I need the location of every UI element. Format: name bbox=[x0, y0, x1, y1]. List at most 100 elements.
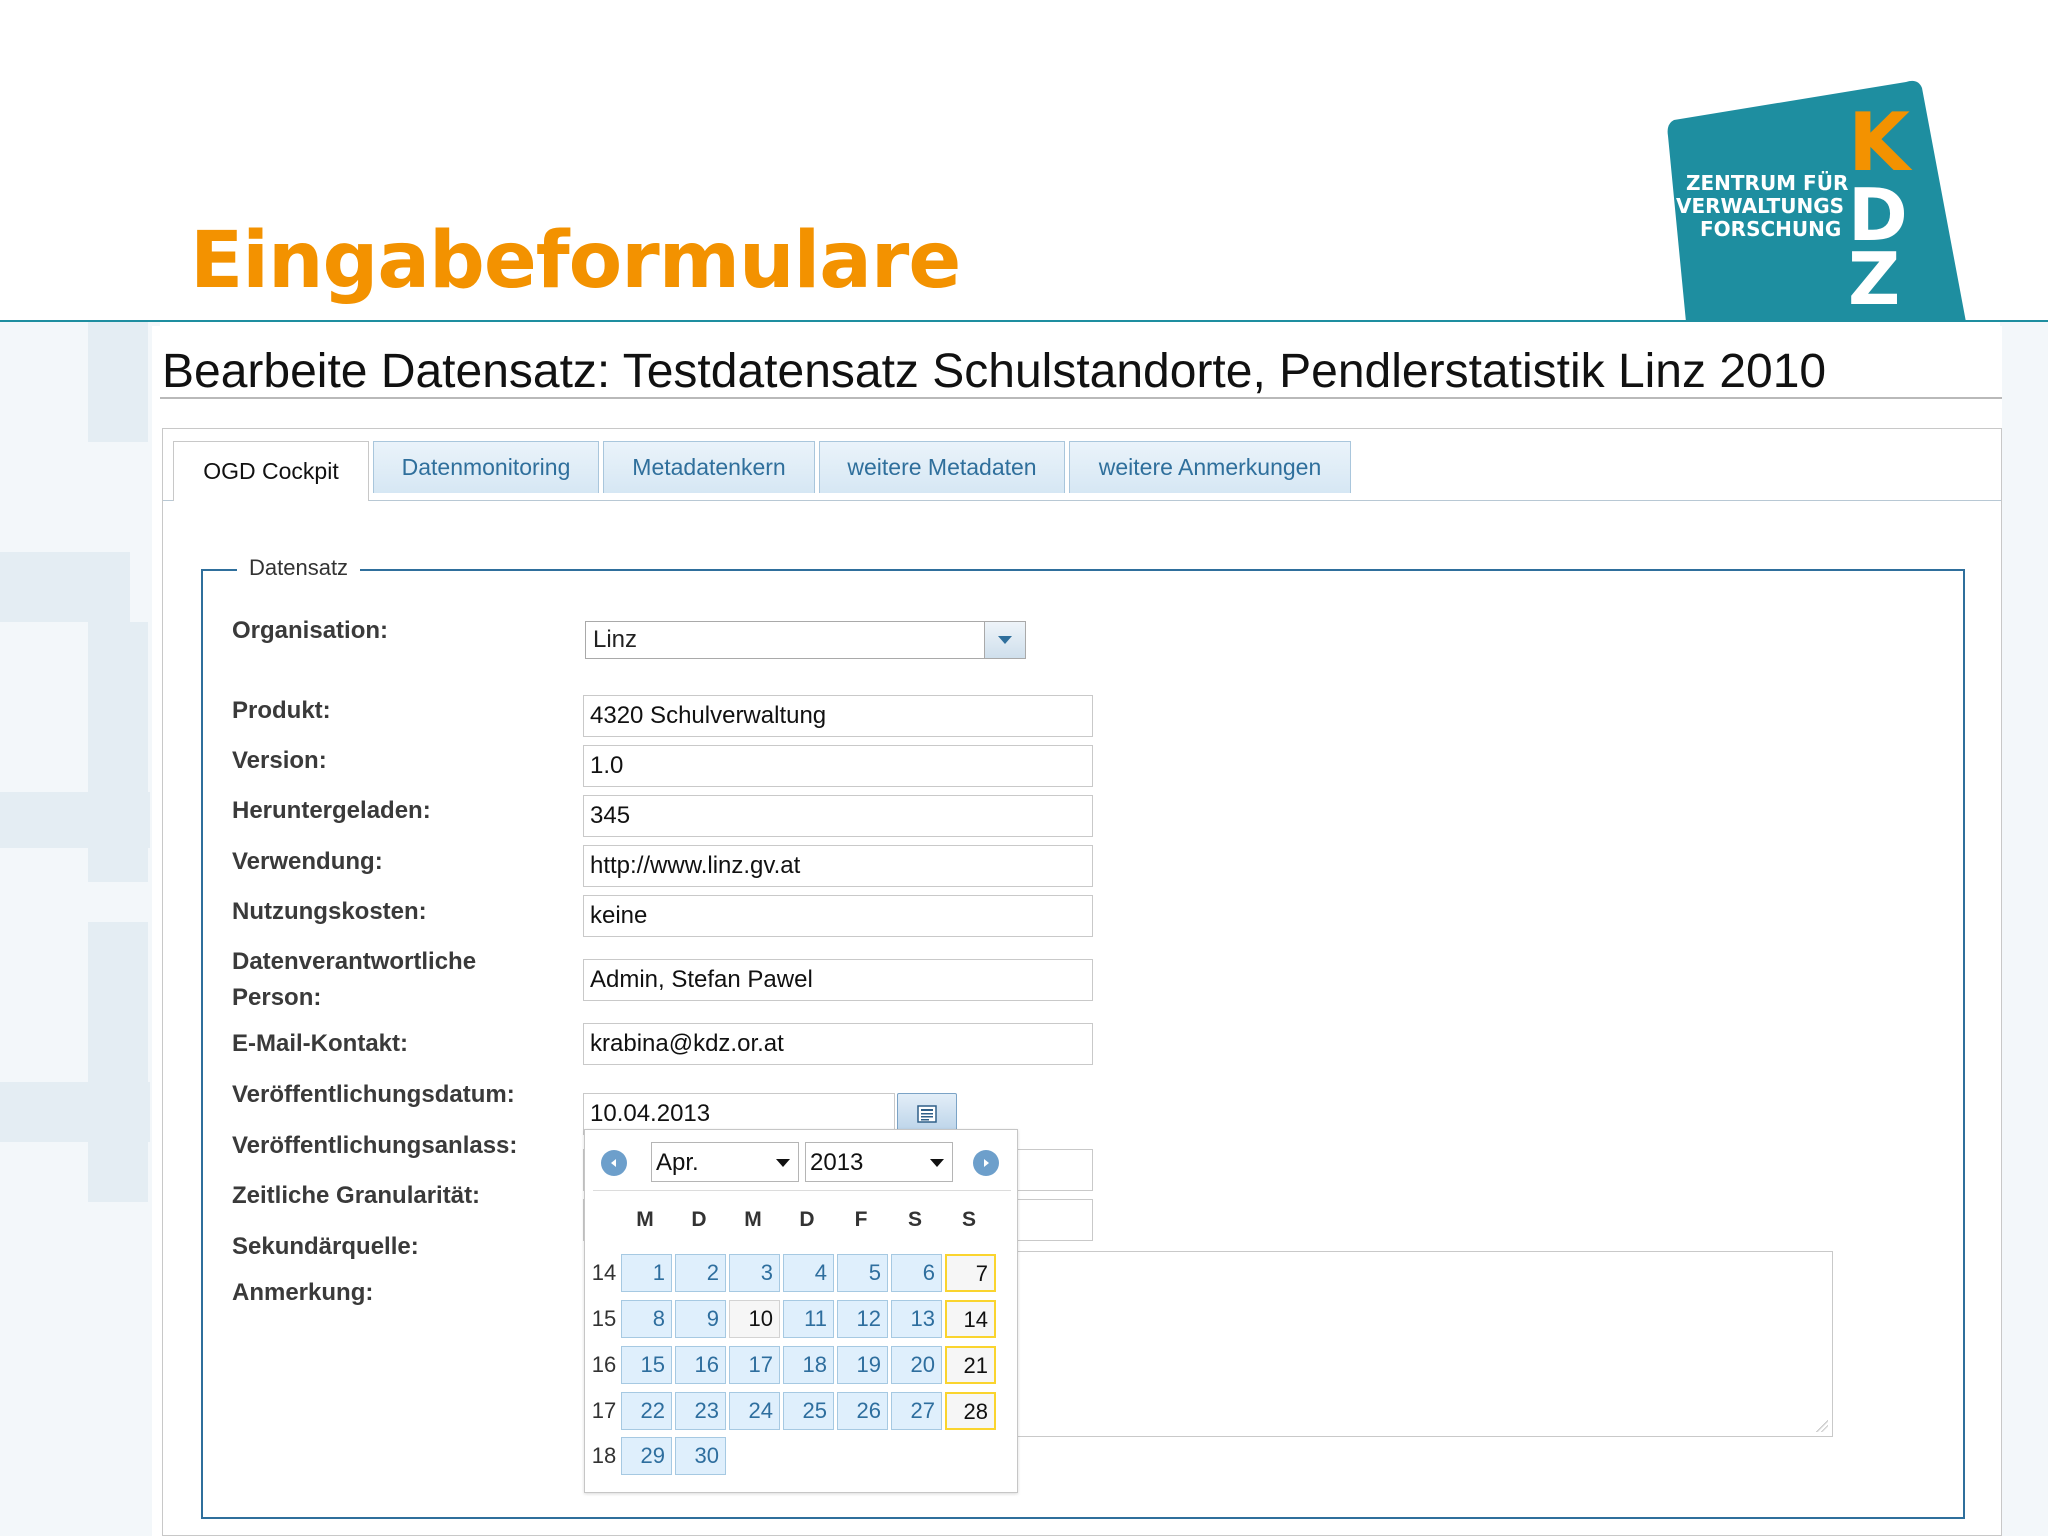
chevron-down-icon bbox=[776, 1159, 790, 1167]
weekday-header: D bbox=[799, 1208, 815, 1231]
tab-weitere-anmerkungen[interactable]: weitere Anmerkungen bbox=[1069, 441, 1351, 493]
week-number: 14 bbox=[591, 1260, 617, 1285]
calendar-day[interactable]: 6 bbox=[891, 1254, 942, 1292]
arrow-right-icon bbox=[984, 1159, 989, 1167]
tab-metadatenkern[interactable]: Metadatenkern bbox=[603, 441, 815, 493]
calendar-day[interactable]: 19 bbox=[837, 1346, 888, 1384]
datenverantwortliche-label-line2: Person: bbox=[232, 984, 322, 1011]
week-number: 16 bbox=[591, 1352, 617, 1377]
organisation-label: Organisation: bbox=[232, 617, 389, 644]
calendar-day[interactable]: 4 bbox=[783, 1254, 834, 1292]
weekday-header: M bbox=[636, 1208, 654, 1231]
calendar-divider bbox=[593, 1190, 1011, 1191]
tab-weitere-metadaten[interactable]: weitere Metadaten bbox=[819, 441, 1065, 493]
heading-divider bbox=[160, 397, 2002, 399]
calendar-day[interactable]: 30 bbox=[675, 1437, 726, 1475]
version-label: Version: bbox=[232, 747, 327, 774]
weekday-header: M bbox=[744, 1208, 762, 1231]
background-shape bbox=[0, 552, 130, 622]
produkt-input[interactable]: 4320 Schulverwaltung bbox=[583, 695, 1093, 737]
tab-panel: OGD Cockpit Datenmonitoring Metadatenker… bbox=[162, 428, 2002, 1536]
background-right-panel bbox=[2000, 322, 2048, 1536]
next-month-button[interactable] bbox=[973, 1150, 999, 1176]
calendar-day[interactable]: 11 bbox=[783, 1300, 834, 1338]
datenverantwortliche-label-line1: Datenverantwortliche bbox=[232, 948, 477, 975]
logo-letter: Z bbox=[1848, 237, 1900, 321]
anmerkung-textarea[interactable] bbox=[1013, 1251, 1833, 1437]
slide-title: Eingabeformulare bbox=[190, 216, 961, 306]
email-label: E-Mail-Kontakt: bbox=[232, 1030, 408, 1057]
calendar-day[interactable]: 5 bbox=[837, 1254, 888, 1292]
calendar-day[interactable]: 26 bbox=[837, 1392, 888, 1430]
calendar-day[interactable]: 15 bbox=[621, 1346, 672, 1384]
nutzungskosten-label: Nutzungskosten: bbox=[232, 898, 427, 925]
anmerkung-label: Anmerkung: bbox=[232, 1279, 374, 1306]
background-shape bbox=[0, 792, 150, 848]
datensatz-fieldset: Datensatz Organisation: Produkt: Version… bbox=[201, 555, 1965, 1519]
week-number: 17 bbox=[591, 1398, 617, 1423]
nutzungskosten-input[interactable]: keine bbox=[583, 895, 1093, 937]
calendar-day[interactable]: 14 bbox=[945, 1300, 996, 1338]
calendar-day[interactable]: 13 bbox=[891, 1300, 942, 1338]
week-number: 18 bbox=[591, 1443, 617, 1468]
logo-text-line: VERWALTUNGS bbox=[1676, 194, 1844, 218]
resize-handle[interactable] bbox=[1816, 1420, 1828, 1432]
email-input[interactable]: krabina@kdz.or.at bbox=[583, 1023, 1093, 1065]
calendar-day[interactable]: 27 bbox=[891, 1392, 942, 1430]
header-divider bbox=[0, 320, 2048, 322]
version-input[interactable]: 1.0 bbox=[583, 745, 1093, 787]
calendar-day[interactable]: 28 bbox=[945, 1392, 996, 1430]
calendar-day[interactable]: 7 bbox=[945, 1254, 996, 1292]
year-select[interactable]: 2013 bbox=[805, 1142, 953, 1182]
datenverantwortliche-input[interactable]: Admin, Stefan Pawel bbox=[583, 959, 1093, 1001]
dropdown-button[interactable] bbox=[984, 621, 1026, 659]
calendar-day[interactable]: 8 bbox=[621, 1300, 672, 1338]
calendar-day[interactable]: 22 bbox=[621, 1392, 672, 1430]
produkt-label: Produkt: bbox=[232, 697, 331, 724]
background-shape bbox=[88, 922, 148, 1202]
calendar-day[interactable]: 1 bbox=[621, 1254, 672, 1292]
calendar-day[interactable]: 17 bbox=[729, 1346, 780, 1384]
calendar-day[interactable]: 21 bbox=[945, 1346, 996, 1384]
chevron-down-icon bbox=[930, 1159, 944, 1167]
calendar-day[interactable]: 24 bbox=[729, 1392, 780, 1430]
organisation-select-value: Linz bbox=[593, 626, 638, 653]
background-shape bbox=[88, 322, 148, 442]
week-number: 15 bbox=[591, 1306, 617, 1331]
calendar-day-today[interactable]: 10 bbox=[729, 1300, 780, 1338]
weekday-header: S bbox=[961, 1208, 976, 1231]
kdz-logo: ZENTRUM FÜR VERWALTUNGS FORSCHUNG K D Z bbox=[1667, 80, 1966, 322]
calendar-day[interactable]: 23 bbox=[675, 1392, 726, 1430]
calendar-day[interactable]: 18 bbox=[783, 1346, 834, 1384]
arrow-left-icon bbox=[611, 1159, 616, 1167]
app-window: Bearbeite Datensatz: Testdatensatz Schul… bbox=[152, 326, 2002, 1536]
zeitliche-granularitaet-label: Zeitliche Granularität: bbox=[232, 1182, 481, 1209]
calendar-day[interactable]: 2 bbox=[675, 1254, 726, 1292]
logo-text-line: ZENTRUM FÜR bbox=[1686, 171, 1848, 195]
calendar-day[interactable]: 25 bbox=[783, 1392, 834, 1430]
month-select[interactable]: Apr. bbox=[651, 1142, 799, 1182]
calendar-day[interactable]: 20 bbox=[891, 1346, 942, 1384]
calendar-icon bbox=[917, 1105, 937, 1123]
heruntergeladen-input[interactable]: 345 bbox=[583, 795, 1093, 837]
calendar-day[interactable]: 9 bbox=[675, 1300, 726, 1338]
calendar-day[interactable]: 12 bbox=[837, 1300, 888, 1338]
sekundaerquelle-label: Sekundärquelle: bbox=[232, 1233, 419, 1260]
month-select-value: Apr. bbox=[656, 1149, 699, 1176]
calendar-day[interactable]: 29 bbox=[621, 1437, 672, 1475]
heruntergeladen-label: Heruntergeladen: bbox=[232, 797, 431, 824]
background-left-panel bbox=[0, 322, 160, 1536]
verwendung-label: Verwendung: bbox=[232, 848, 383, 875]
calendar-day[interactable]: 16 bbox=[675, 1346, 726, 1384]
tab-datenmonitoring[interactable]: Datenmonitoring bbox=[373, 441, 599, 493]
datepicker-popup: Apr. 2013 M D M D F S S 14 1 2 3 4 5 6 7… bbox=[584, 1129, 1018, 1493]
weekday-header: D bbox=[691, 1208, 707, 1231]
calendar-day[interactable]: 3 bbox=[729, 1254, 780, 1292]
verwendung-input[interactable]: http://www.linz.gv.at bbox=[583, 845, 1093, 887]
tab-ogd-cockpit[interactable]: OGD Cockpit bbox=[173, 441, 369, 501]
prev-month-button[interactable] bbox=[601, 1150, 627, 1176]
organisation-select[interactable]: Linz bbox=[585, 621, 1026, 659]
tab-bar: OGD Cockpit Datenmonitoring Metadatenker… bbox=[163, 429, 2001, 501]
datenverantwortliche-label: Datenverantwortliche Person: bbox=[232, 944, 476, 1016]
veroeffentlichungsdatum-label: Veröffentlichungsdatum: bbox=[232, 1081, 515, 1108]
